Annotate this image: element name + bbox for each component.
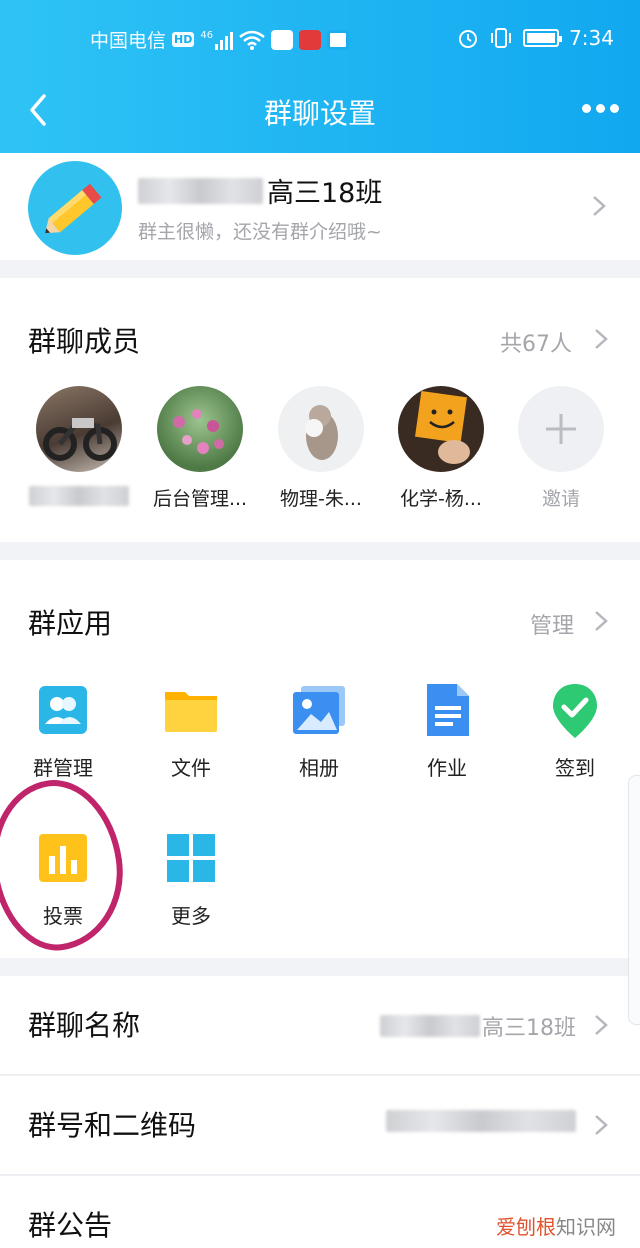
invite-avatar bbox=[518, 386, 604, 472]
checkin-icon bbox=[547, 682, 603, 738]
app-homework[interactable]: 作业 bbox=[392, 682, 502, 781]
member-avatar bbox=[157, 386, 243, 472]
row-label: 群号和二维码 bbox=[28, 1109, 197, 1142]
chevron-right-icon bbox=[593, 196, 606, 216]
news-app-icon bbox=[299, 29, 322, 50]
app-group-manage[interactable]: 群管理 bbox=[8, 682, 118, 781]
group-apps-section: 群应用 管理 群管理 文件 相册 作业 签到 投票 更多 bbox=[0, 560, 640, 959]
app-more[interactable]: 更多 bbox=[136, 830, 246, 929]
vibrate-icon bbox=[491, 28, 512, 48]
invite-member-button[interactable]: 邀请 bbox=[518, 386, 604, 510]
hd-badge: HD bbox=[172, 32, 195, 47]
member-item[interactable]: 化学-杨... bbox=[398, 386, 484, 510]
qq-app-icon bbox=[327, 29, 350, 50]
clock: 7:34 bbox=[569, 26, 614, 50]
group-name-value: 高三18班 bbox=[482, 1016, 576, 1041]
header-bar: 中国电信 HD 46 7:34 群聊设置 bbox=[0, 0, 640, 153]
member-item[interactable] bbox=[29, 386, 129, 506]
app-files[interactable]: 文件 bbox=[136, 682, 246, 781]
group-avatar[interactable] bbox=[28, 161, 122, 255]
status-right: 7:34 bbox=[457, 26, 614, 50]
status-bar: 中国电信 HD 46 7:34 bbox=[0, 22, 640, 58]
watermark: 爱刨根知识网 bbox=[496, 1211, 616, 1240]
row-value bbox=[386, 1110, 576, 1132]
scrollbar-edge[interactable] bbox=[628, 775, 640, 1025]
chevron-right-icon[interactable] bbox=[594, 610, 608, 632]
status-left: 中国电信 HD 46 bbox=[90, 26, 350, 53]
watermark-suffix: 知识网 bbox=[556, 1215, 616, 1239]
members-section: 群聊成员 共67人 后台管理... 物理-朱... 化学-杨... 邀请 bbox=[0, 278, 640, 542]
member-name bbox=[16, 484, 142, 511]
group-info-card[interactable]: 高三18班 群主很懒，还没有群介绍哦~ bbox=[0, 153, 640, 260]
invite-label: 邀请 bbox=[541, 488, 580, 510]
members-title: 群聊成员 bbox=[28, 325, 141, 358]
member-avatar bbox=[278, 386, 364, 472]
network-type: 46 bbox=[200, 29, 214, 41]
member-name: 化学-杨... bbox=[400, 488, 482, 510]
plus-icon bbox=[546, 414, 576, 444]
chevron-right-icon bbox=[595, 1115, 608, 1135]
battery-icon bbox=[523, 29, 563, 47]
wifi-icon bbox=[239, 30, 265, 50]
more-grid-icon bbox=[163, 830, 219, 886]
highlight-circle-annotation bbox=[0, 771, 134, 959]
page-title: 群聊设置 bbox=[263, 97, 376, 130]
album-icon bbox=[291, 682, 347, 738]
member-item[interactable]: 后台管理... bbox=[153, 386, 247, 510]
app-label: 作业 bbox=[427, 756, 467, 780]
app-checkin[interactable]: 签到 bbox=[520, 682, 630, 781]
chevron-right-icon[interactable] bbox=[594, 328, 608, 350]
alarm-icon bbox=[459, 30, 478, 48]
group-name: 高三18班 bbox=[138, 171, 382, 210]
blurred-text bbox=[138, 177, 263, 204]
homework-icon bbox=[419, 682, 475, 738]
baidu-app-icon bbox=[271, 29, 294, 50]
signal-icon: 46 bbox=[200, 29, 234, 50]
group-name-text: 高三18班 bbox=[267, 178, 383, 209]
row-group-name[interactable]: 群聊名称 高三18班 bbox=[0, 976, 640, 1074]
app-label: 文件 bbox=[171, 756, 211, 780]
row-group-notice[interactable]: 群公告 爱刨根知识网 bbox=[0, 1176, 640, 1248]
nav-bar: 群聊设置 bbox=[0, 78, 640, 142]
app-label: 群管理 bbox=[33, 756, 93, 780]
app-label: 签到 bbox=[555, 756, 595, 780]
folder-icon bbox=[163, 682, 219, 738]
chevron-right-icon bbox=[595, 1015, 608, 1035]
carrier-label: 中国电信 bbox=[90, 30, 167, 52]
app-label: 更多 bbox=[171, 904, 211, 928]
member-name: 物理-朱... bbox=[280, 488, 362, 510]
apps-title: 群应用 bbox=[28, 607, 113, 640]
more-options-icon[interactable] bbox=[582, 96, 622, 120]
row-group-qr[interactable]: 群号和二维码 bbox=[0, 1076, 640, 1174]
pencil-icon bbox=[45, 183, 102, 234]
apps-manage-link[interactable]: 管理 bbox=[530, 608, 574, 640]
app-album[interactable]: 相册 bbox=[264, 682, 374, 781]
member-avatar bbox=[398, 386, 484, 472]
watermark-brand: 爱刨根 bbox=[496, 1215, 556, 1239]
app-label: 相册 bbox=[299, 756, 339, 780]
row-label: 群聊名称 bbox=[28, 1009, 141, 1042]
row-value: 高三18班 bbox=[380, 1010, 576, 1042]
member-item[interactable]: 物理-朱... bbox=[278, 386, 364, 510]
group-description: 群主很懒，还没有群介绍哦~ bbox=[138, 221, 382, 243]
member-name: 后台管理... bbox=[152, 488, 248, 510]
group-manage-icon bbox=[35, 682, 91, 738]
member-count[interactable]: 共67人 bbox=[500, 326, 572, 358]
row-label: 群公告 bbox=[28, 1209, 113, 1242]
member-avatar bbox=[36, 386, 122, 472]
